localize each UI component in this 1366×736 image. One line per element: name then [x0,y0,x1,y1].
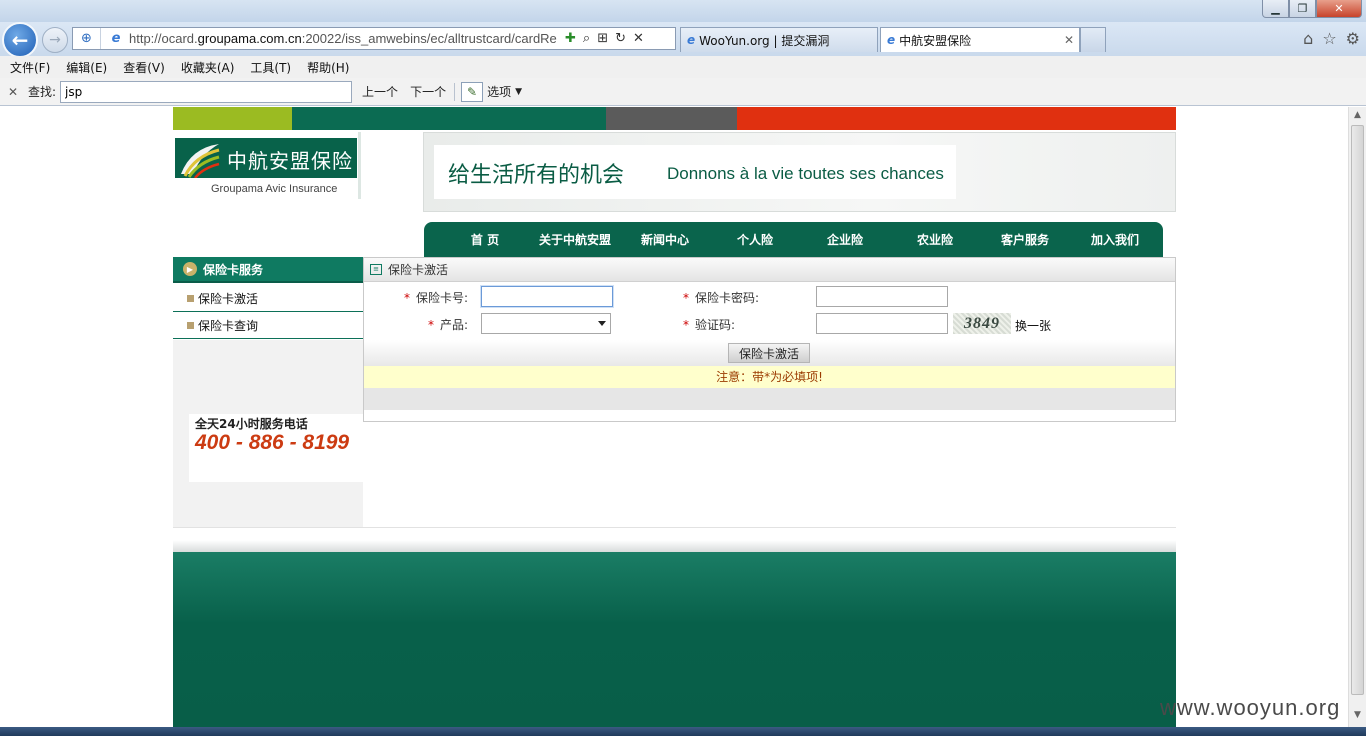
new-tab-button[interactable] [1080,27,1106,52]
close-window-button[interactable]: ✕ [1316,0,1362,18]
search-icon[interactable]: ⌕ [583,31,590,46]
window-titlebar: ▁ ❐ ✕ [0,0,1366,22]
chevron-down-icon [598,321,606,326]
card-number-label: * 保险卡号: [404,291,469,305]
main-nav: 首 页 关于中航安盟 新闻中心 个人险 企业险 农业险 客户服务 加入我们 [424,222,1163,257]
scroll-down-icon[interactable]: ▼ [1352,710,1363,724]
menu-help[interactable]: 帮助(H) [307,59,349,76]
nav-home[interactable]: 首 页 [440,231,530,248]
find-bar: ✕ 查找: 上一个 下一个 ✎ 选项 ▼ [0,78,1366,106]
window-controls: ▁ ❐ ✕ [1262,0,1362,18]
watermark-text: www.wooyun.org [1160,695,1341,720]
logo-cn-text: 中航安盟保险 [227,149,353,173]
gear-icon[interactable]: ⚙ [1346,29,1360,48]
ie-icon: e [887,33,896,47]
hotline-title: 全天24小时服务电话 [195,417,308,431]
nav-agriculture[interactable]: 农业险 [890,231,980,248]
hotline-box: 全天24小时服务电话 400 - 886 - 8199 [189,414,363,482]
find-next-button[interactable]: 下一个 [410,83,446,100]
activate-button[interactable]: 保险卡激活 [728,343,810,363]
nav-customer-service[interactable]: 客户服务 [980,231,1070,248]
site-container: 中航安盟保险 Groupama Avic Insurance 给生活所有的机会 … [173,107,1176,727]
home-icon[interactable]: ⌂ [1303,29,1313,48]
logo-en-text: Groupama Avic Insurance [211,183,338,195]
rss-icon[interactable]: ⊞ [597,31,608,46]
product-select[interactable] [481,313,611,334]
menu-edit[interactable]: 编辑(E) [66,59,107,76]
color-stripe [173,107,1176,130]
chevron-down-icon: ▼ [515,86,523,97]
captcha-label: * 验证码: [683,318,736,332]
menu-file[interactable]: 文件(F) [10,59,50,76]
site-logo[interactable]: 中航安盟保险 Groupama Avic Insurance [173,132,361,199]
tab-groupama[interactable]: e 中航安盟保险 ✕ [880,27,1080,52]
browser-navbar: ← → ⊕ e http://ocard.groupama.com.cn:200… [0,22,1366,58]
product-label: * 产品: [428,318,469,332]
tab-label: WooYun.org | 提交漏洞 [699,33,830,48]
nav-enterprise[interactable]: 企业险 [800,231,890,248]
panel-header: ≡ 保险卡激活 [364,258,1175,282]
menu-bar: 文件(F) 编辑(E) 查看(V) 收藏夹(A) 工具(T) 帮助(H) [0,56,1366,78]
compatibility-icon[interactable]: ✚ [565,31,576,46]
ie-icon: e [687,33,696,47]
sidebar-title: ▶ 保险卡服务 [173,257,363,283]
divider [173,527,1176,528]
back-button[interactable]: ← [2,22,38,58]
slogan-fr: Donnons à la vie toutes ses chances [667,164,944,183]
maximize-button[interactable]: ❐ [1289,0,1316,18]
activation-panel: ≡ 保险卡激活 * 保险卡号: * 保险卡密码: * 产品: * 验证码: 3849 换… [363,257,1176,422]
vertical-scrollbar[interactable]: ▲ ▼ [1348,107,1366,727]
card-password-label: * 保险卡密码: [683,291,760,305]
bullet-icon [187,321,194,329]
logo-emblem-icon [181,144,220,178]
slogan-banner: 给生活所有的机会 Donnons à la vie toutes ses cha… [423,132,1176,212]
forward-button[interactable]: → [42,27,68,53]
close-find-icon[interactable]: ✕ [8,85,22,99]
find-label: 查找: [28,85,57,99]
refresh-captcha-link[interactable]: 换一张 [1015,317,1051,334]
nav-news[interactable]: 新闻中心 [620,231,710,248]
hotline-number: 400 - 886 - 8199 [195,431,350,454]
arrow-right-icon: ▶ [183,262,197,276]
menu-tools[interactable]: 工具(T) [250,59,291,76]
divider [454,82,456,101]
panel-title: 保险卡激活 [388,263,449,277]
captcha-input[interactable] [816,313,948,334]
card-password-input[interactable] [816,286,948,307]
refresh-icon[interactable]: ↻ [615,31,626,46]
find-input[interactable] [60,80,353,103]
url-text[interactable]: http://ocard.groupama.com.cn:20022/iss_a… [129,31,559,46]
menu-favorites[interactable]: 收藏夹(A) [181,59,235,76]
required-notice: 注意：带*为必填项! [364,366,1175,388]
page-viewport: 中航安盟保险 Groupama Avic Insurance 给生活所有的机会 … [0,107,1348,727]
sidebar-item-activate[interactable]: 保险卡激活 [173,285,363,312]
document-icon: ≡ [370,264,382,275]
tab-label: 中航安盟保险 [899,33,972,48]
address-bar[interactable]: ⊕ e http://ocard.groupama.com.cn:20022/i… [72,27,676,50]
menu-view[interactable]: 查看(V) [123,59,165,76]
ie-icon: e [111,31,121,46]
scroll-up-icon[interactable]: ▲ [1352,110,1363,124]
favorites-star-icon[interactable]: ☆ [1322,29,1336,48]
captcha-image[interactable]: 3849 [953,313,1011,334]
nav-personal[interactable]: 个人险 [710,231,800,248]
scrollbar-thumb[interactable] [1351,125,1364,695]
highlight-pen-icon: ✎ [461,81,484,102]
slogan-cn: 给生活所有的机会 [448,163,625,188]
nav-about[interactable]: 关于中航安盟 [530,231,620,248]
close-tab-icon[interactable]: ✕ [1064,33,1074,47]
nav-join-us[interactable]: 加入我们 [1070,231,1160,248]
card-number-input[interactable] [481,286,613,307]
stop-icon[interactable]: ✕ [633,31,644,46]
taskbar [0,727,1366,736]
find-prev-button[interactable]: 上一个 [362,83,398,100]
page-icon[interactable]: ⊕ [73,28,101,49]
tab-wooyun[interactable]: e WooYun.org | 提交漏洞 [680,27,878,52]
sidebar-item-query[interactable]: 保险卡查询 [173,312,363,339]
minimize-button[interactable]: ▁ [1262,0,1289,18]
site-footer [173,552,1176,727]
bullet-icon [187,294,194,302]
find-options-button[interactable]: ✎ 选项 ▼ [461,81,523,102]
